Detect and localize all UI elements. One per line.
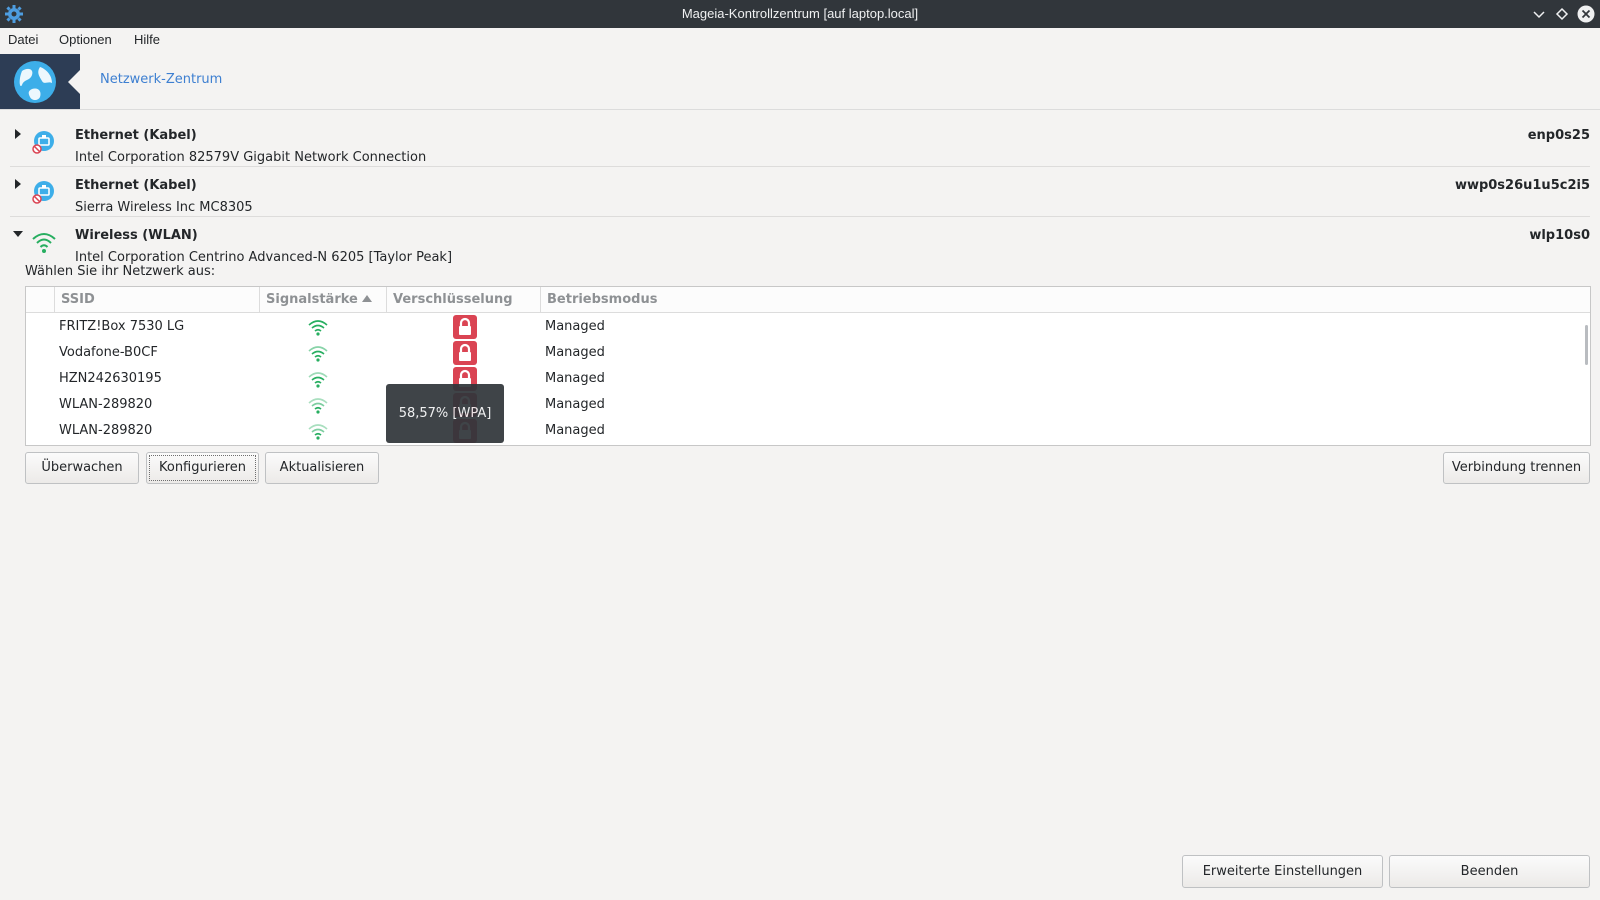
network-ssid: Vodafone-B0CF — [59, 345, 158, 360]
menu-optionen[interactable]: Optionen — [59, 32, 112, 47]
menu-bar: Datei Optionen Hilfe — [0, 28, 1600, 53]
quit-button[interactable]: Beenden — [1389, 855, 1590, 888]
expand-arrow-icon[interactable] — [12, 128, 24, 140]
maximize-icon[interactable] — [1553, 5, 1571, 23]
column-ssid[interactable]: SSID — [54, 287, 259, 312]
network-mode: Managed — [545, 397, 605, 412]
network-ssid: WLAN-289820 — [59, 397, 153, 412]
signal-tooltip: 58,57% [WPA] — [386, 384, 504, 443]
lock-icon — [453, 341, 477, 365]
close-icon[interactable] — [1577, 5, 1595, 23]
device-name: Ethernet (Kabel) — [75, 178, 197, 193]
device-interface: wlp10s0 — [1529, 228, 1590, 243]
table-row[interactable]: WLAN-289820 Managed — [26, 418, 1571, 444]
device-row[interactable]: Ethernet (Kabel) Intel Corporation 82579… — [0, 118, 1600, 168]
device-description: Sierra Wireless Inc MC8305 — [75, 200, 253, 215]
menu-datei[interactable]: Datei — [8, 32, 38, 47]
divider — [10, 166, 1590, 167]
column-signal[interactable]: Signalstärke — [259, 287, 386, 312]
network-ssid: HZN242630195 — [59, 371, 162, 386]
device-description: Intel Corporation Centrino Advanced-N 62… — [75, 250, 453, 265]
refresh-button[interactable]: Aktualisieren — [265, 452, 379, 484]
globe-icon — [14, 61, 56, 103]
network-mode: Managed — [545, 319, 605, 334]
table-row[interactable]: FRITZ!Box 7530 LG Managed — [26, 314, 1571, 340]
network-mode: Managed — [545, 371, 605, 386]
network-prompt: Wählen Sie ihr Netzwerk aus: — [25, 264, 216, 279]
banner: Netzwerk-Zentrum — [0, 54, 1600, 110]
device-interface: enp0s25 — [1527, 128, 1590, 143]
ethernet-disconnected-icon — [32, 181, 54, 204]
device-name: Wireless (WLAN) — [75, 228, 198, 243]
collapse-arrow-icon[interactable] — [12, 228, 24, 240]
table-row[interactable]: HZN242630195 Managed — [26, 366, 1571, 392]
ethernet-disconnected-icon — [32, 131, 54, 154]
network-ssid: FRITZ!Box 7530 LG — [59, 319, 185, 334]
monitor-button[interactable]: Überwachen — [25, 452, 139, 484]
wifi-icon — [32, 233, 56, 253]
table-header: SSID Signalstärke Verschlüsselung Betrie… — [26, 287, 1590, 313]
signal-strength-icon — [308, 320, 328, 336]
advanced-settings-button[interactable]: Erweiterte Einstellungen — [1182, 855, 1383, 888]
network-mode: Managed — [545, 423, 605, 438]
menu-hilfe[interactable]: Hilfe — [134, 32, 160, 47]
lock-icon — [453, 315, 477, 339]
disconnect-button[interactable]: Verbindung trennen — [1443, 452, 1590, 484]
table-row[interactable]: Vodafone-B0CF Managed — [26, 340, 1571, 366]
device-description: Intel Corporation 82579V Gigabit Network… — [75, 150, 427, 165]
title-bar: Mageia-Kontrollzentrum [auf laptop.local… — [0, 0, 1600, 28]
column-encryption[interactable]: Verschlüsselung — [386, 287, 540, 312]
device-interface: wwp0s26u1u5c2i5 — [1454, 178, 1590, 193]
signal-strength-icon — [308, 398, 328, 414]
device-row[interactable]: Ethernet (Kabel) Sierra Wireless Inc MC8… — [0, 168, 1600, 218]
table-row[interactable]: WLAN-289820 Managed — [26, 392, 1571, 418]
minimize-icon[interactable] — [1530, 5, 1548, 23]
network-mode: Managed — [545, 345, 605, 360]
signal-strength-icon — [308, 346, 328, 362]
network-table[interactable]: SSID Signalstärke Verschlüsselung Betrie… — [25, 286, 1591, 446]
signal-strength-icon — [308, 424, 328, 440]
table-scrollbar[interactable] — [1585, 325, 1588, 365]
sort-ascending-icon — [361, 295, 372, 302]
signal-strength-icon — [308, 372, 328, 388]
network-ssid: WLAN-289820 — [59, 423, 153, 438]
device-name: Ethernet (Kabel) — [75, 128, 197, 143]
window-title: Mageia-Kontrollzentrum [auf laptop.local… — [681, 6, 919, 21]
banner-notch — [68, 69, 81, 95]
configure-button[interactable]: Konfigurieren — [146, 452, 259, 484]
device-row[interactable]: Wireless (WLAN) Intel Corporation Centri… — [0, 218, 1600, 268]
divider — [10, 216, 1590, 217]
expand-arrow-icon[interactable] — [12, 178, 24, 190]
column-mode[interactable]: Betriebsmodus — [540, 287, 1590, 312]
section-title: Netzwerk-Zentrum — [100, 72, 223, 87]
